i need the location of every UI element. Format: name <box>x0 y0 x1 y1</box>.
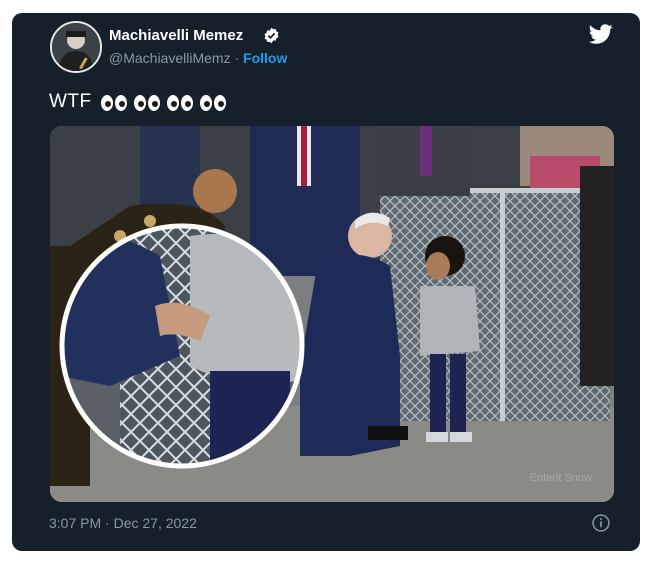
avatar[interactable] <box>50 21 102 73</box>
eyes-emoji <box>200 95 226 111</box>
eyes-emoji-row <box>101 95 226 111</box>
eyes-emoji <box>167 95 193 111</box>
follow-button[interactable]: Follow <box>243 50 287 66</box>
tweet-time: 3:07 PM <box>49 515 102 531</box>
eyes-emoji <box>134 95 160 111</box>
display-name[interactable]: Machiavelli Memez <box>109 27 243 44</box>
handle-row: @MachiavelliMemz · Follow <box>109 50 287 66</box>
tweet-date: Dec 27, 2022 <box>113 515 197 531</box>
photo-illustration <box>50 126 614 502</box>
separator: · <box>105 515 110 531</box>
info-icon[interactable] <box>591 513 611 533</box>
tweet-card: Machiavelli Memez @MachiavelliMemz · Fol… <box>12 13 640 551</box>
twitter-bird-icon[interactable] <box>588 22 614 46</box>
avatar-portrait-icon <box>52 23 100 71</box>
verified-badge-icon <box>264 27 279 44</box>
handle[interactable]: @MachiavelliMemz <box>109 50 231 66</box>
eyes-emoji <box>101 95 127 111</box>
separator: · <box>234 50 240 66</box>
tweet-timestamp[interactable]: 3:07 PM · Dec 27, 2022 <box>49 515 197 531</box>
tweet-text: WTF <box>49 91 92 112</box>
tweet-photo[interactable]: Enterit Snow <box>50 126 614 502</box>
photo-watermark: Enterit Snow <box>529 472 592 484</box>
